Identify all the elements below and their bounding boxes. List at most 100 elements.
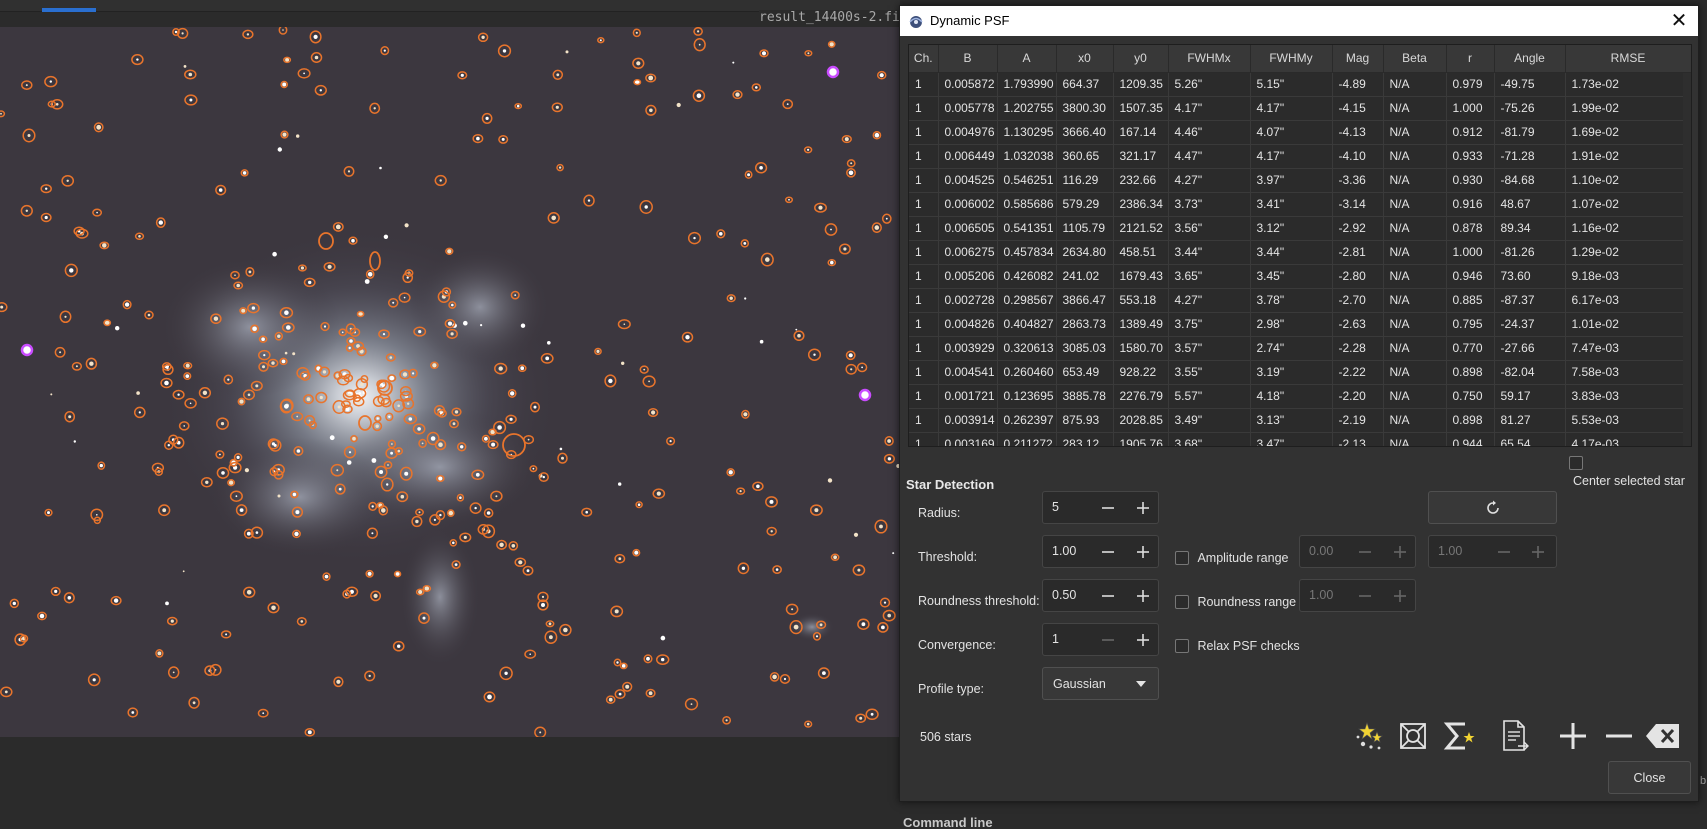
column-header[interactable]: B	[938, 45, 998, 73]
amplitude-min-value[interactable]: 0.00	[1309, 544, 1333, 558]
amplitude-range-checkbox[interactable]: Amplitude range	[1175, 549, 1288, 567]
table-row[interactable]: 1 0.006505 0.541351 1105.79 2121.52 3.56" 3.12…	[909, 216, 1691, 241]
roundness-range-value[interactable]: 1.00	[1309, 588, 1333, 602]
roundness-range-increment-button[interactable]	[1385, 581, 1415, 610]
checkbox-box[interactable]	[1175, 550, 1189, 565]
table-row[interactable]: 1 0.006275 0.457834 2634.80 458.51 3.44" 3.44"…	[909, 240, 1691, 265]
center-selected-star-checkbox[interactable]: Center selected star	[1569, 454, 1698, 490]
column-header[interactable]: r	[1446, 45, 1495, 73]
redetect-button[interactable]	[1428, 491, 1557, 524]
column-header[interactable]: Ch.	[909, 45, 939, 73]
close-button[interactable]: Close	[1608, 761, 1691, 794]
column-header[interactable]: Beta	[1383, 45, 1447, 73]
roundness-threshold-spinner[interactable]: 0.50	[1042, 579, 1159, 612]
roundness-range-decrement-button[interactable]	[1350, 581, 1380, 610]
amplitude-max-increment-button[interactable]	[1523, 537, 1553, 566]
convergence-spinner[interactable]: 1	[1042, 623, 1159, 656]
table-cell: -87.37	[1494, 288, 1566, 313]
table-cell: N/A	[1383, 144, 1447, 169]
radius-value[interactable]: 5	[1052, 500, 1059, 514]
table-cell: 2634.80	[1056, 240, 1114, 265]
star-point	[296, 449, 301, 453]
saturated-star-marker[interactable]	[20, 343, 34, 357]
table-row[interactable]: 1 0.003914 0.262397 875.93 2028.85 3.49" 3.13"…	[909, 408, 1691, 433]
column-header[interactable]: FWHMx	[1168, 45, 1251, 73]
threshold-spinner[interactable]: 1.00	[1042, 535, 1159, 568]
amplitude-max-value[interactable]: 1.00	[1438, 544, 1462, 558]
saturated-star-marker[interactable]	[858, 388, 872, 402]
table-row[interactable]: 1 0.003169 0.211272 283.12 1905.76 3.68" 3.47"…	[909, 432, 1691, 446]
star-point	[874, 225, 880, 230]
table-row[interactable]: 1 0.001721 0.123695 3885.78 2276.79 5.57" 4.18…	[909, 384, 1691, 409]
image-filename: result_14400s-2.fits	[759, 10, 916, 26]
star-point	[450, 332, 454, 336]
table-row[interactable]: 1 0.005778 1.202755 3800.30 1507.35 4.17" 4.17…	[909, 96, 1691, 121]
table-row[interactable]: 1 0.005872 1.793990 664.37 1209.35 5.26" 5.15"…	[909, 72, 1691, 97]
column-header[interactable]: Mag	[1332, 45, 1384, 73]
convergence-value[interactable]: 1	[1052, 632, 1059, 646]
column-header[interactable]: FWHMy	[1250, 45, 1333, 73]
image-viewer[interactable]	[0, 27, 900, 737]
profile-type-dropdown[interactable]: Gaussian	[1042, 667, 1159, 700]
checkbox-box[interactable]	[1175, 638, 1189, 653]
table-row[interactable]: 1 0.004541 0.260460 653.49 928.22 3.55" 3.19" -…	[909, 360, 1691, 385]
roundness-threshold-value[interactable]: 0.50	[1052, 588, 1076, 602]
remove-star-icon[interactable]	[1601, 718, 1637, 754]
star-point	[162, 508, 167, 513]
add-star-icon[interactable]	[1555, 718, 1591, 754]
checkbox-box[interactable]	[1569, 455, 1583, 470]
table-row[interactable]: 1 0.002728 0.298567 3866.47 553.18 4.27" 3.78"…	[909, 288, 1691, 313]
export-document-icon[interactable]	[1497, 718, 1533, 754]
checkbox-box[interactable]	[1175, 594, 1189, 609]
clear-stars-icon[interactable]	[1395, 718, 1431, 754]
roundness-range-spinner[interactable]: 1.00	[1299, 579, 1416, 612]
column-header[interactable]: RMSE	[1565, 45, 1691, 73]
column-header[interactable]: x0	[1056, 45, 1114, 73]
table-cell: -2.13	[1332, 432, 1384, 446]
average-psf-sigma-icon[interactable]	[1440, 718, 1476, 754]
table-row[interactable]: 1 0.006002 0.585686 579.29 2386.34 3.73" 3.41"…	[909, 192, 1691, 217]
table-row[interactable]: 1 0.004525 0.546251 116.29 232.66 4.27" 3.97" -…	[909, 168, 1691, 193]
threshold-decrement-button[interactable]	[1093, 537, 1123, 566]
amplitude-min-spinner[interactable]: 0.00	[1299, 535, 1416, 568]
clear-all-backspace-icon[interactable]	[1645, 718, 1681, 754]
roundness-range-checkbox[interactable]: Roundness range	[1175, 593, 1296, 611]
saturated-star-marker[interactable]	[826, 65, 840, 79]
table-row[interactable]: 1 0.004976 1.130295 3666.40 167.14 4.46" 4.07"…	[909, 120, 1691, 145]
table-scrollbar[interactable]	[1683, 73, 1691, 446]
amplitude-min-increment-button[interactable]	[1385, 537, 1415, 566]
relax-psf-checks-checkbox[interactable]: Relax PSF checks	[1175, 637, 1300, 655]
convergence-decrement-button[interactable]	[1093, 625, 1123, 654]
astro-image[interactable]	[0, 27, 900, 737]
roundness-threshold-increment-button[interactable]	[1128, 581, 1158, 610]
table-row[interactable]: 1 0.005206 0.426082 241.02 1679.43 3.65" 3.45"…	[909, 264, 1691, 289]
find-stars-icon[interactable]	[1351, 718, 1387, 754]
amplitude-max-spinner[interactable]: 1.00	[1428, 535, 1557, 568]
table-row[interactable]: 1 0.003929 0.320613 3085.03 1580.70 3.57" 2.74…	[909, 336, 1691, 361]
radius-increment-button[interactable]	[1128, 493, 1158, 522]
table-row[interactable]: 1 0.004826 0.404827 2863.73 1389.49 3.75" 2.98…	[909, 312, 1691, 337]
column-header[interactable]: A	[997, 45, 1057, 73]
psf-table[interactable]: Ch. B Ax0 y0 FWHMx FWHMy Mag Beta r Angle RMSE 1 0.…	[908, 44, 1692, 447]
radius-decrement-button[interactable]	[1093, 493, 1123, 522]
amplitude-max-decrement-button[interactable]	[1489, 537, 1519, 566]
table-cell: N/A	[1383, 72, 1447, 97]
column-header[interactable]: Angle	[1494, 45, 1566, 73]
dialog-titlebar[interactable]: Dynamic PSF ✕	[900, 6, 1698, 36]
star-point	[765, 257, 770, 262]
roundness-threshold-decrement-button[interactable]	[1093, 581, 1123, 610]
star-point	[827, 478, 833, 483]
close-icon[interactable]: ✕	[1666, 8, 1692, 34]
active-tab-indicator[interactable]	[42, 8, 96, 12]
table-cell: 2863.73	[1056, 312, 1114, 337]
amplitude-min-decrement-button[interactable]	[1350, 537, 1380, 566]
convergence-increment-button[interactable]	[1128, 625, 1158, 654]
table-row[interactable]: 1 0.006449 1.032038 360.65 321.17 4.47" 4.17" -…	[909, 144, 1691, 169]
plus-icon	[1137, 501, 1149, 514]
star-point	[514, 294, 517, 296]
threshold-value[interactable]: 1.00	[1052, 544, 1076, 558]
threshold-increment-button[interactable]	[1128, 537, 1158, 566]
column-header[interactable]: y0	[1113, 45, 1169, 73]
radius-spinner[interactable]: 5	[1042, 491, 1159, 524]
star-point	[395, 572, 400, 576]
